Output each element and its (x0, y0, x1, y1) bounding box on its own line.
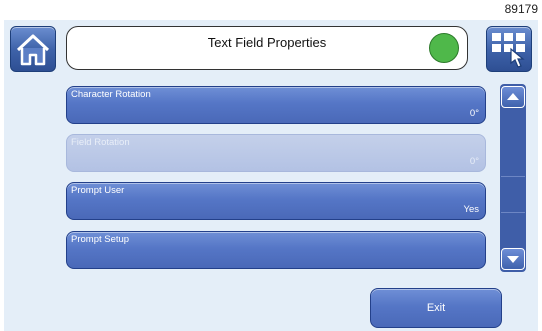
title-bar: Text Field Properties (66, 26, 468, 70)
scroll-down-button[interactable] (501, 248, 525, 270)
scrollbar-divider (501, 212, 525, 213)
exit-button[interactable]: Exit (370, 288, 502, 328)
row-value: 0° (469, 108, 479, 119)
row-label: Field Rotation (71, 137, 130, 148)
home-button[interactable] (10, 26, 56, 72)
row-label: Prompt User (71, 185, 125, 196)
row-label: Prompt Setup (71, 234, 130, 245)
triangle-up-icon (507, 93, 519, 100)
scrollbar-divider (501, 176, 525, 177)
scrollbar-track[interactable] (500, 84, 526, 272)
prompt-user-row[interactable]: Prompt User Yes (66, 182, 486, 220)
grid-menu-icon (492, 33, 525, 68)
home-icon (16, 34, 50, 66)
prompt-setup-row[interactable]: Prompt Setup (66, 231, 486, 269)
row-value: 0° (469, 156, 479, 167)
menu-button[interactable] (486, 26, 532, 72)
row-label: Character Rotation (71, 89, 151, 100)
field-rotation-row: Field Rotation 0° (66, 134, 486, 172)
row-value: Yes (463, 204, 480, 215)
character-rotation-row[interactable]: Character Rotation 0° (66, 86, 486, 124)
scroll-up-button[interactable] (501, 86, 525, 108)
triangle-down-icon (507, 256, 519, 263)
page-title: Text Field Properties (207, 35, 327, 50)
status-indicator (429, 33, 459, 63)
main-panel: Text Field Properties Character Rotation… (4, 20, 538, 331)
screen-id: 89179 (504, 2, 538, 16)
